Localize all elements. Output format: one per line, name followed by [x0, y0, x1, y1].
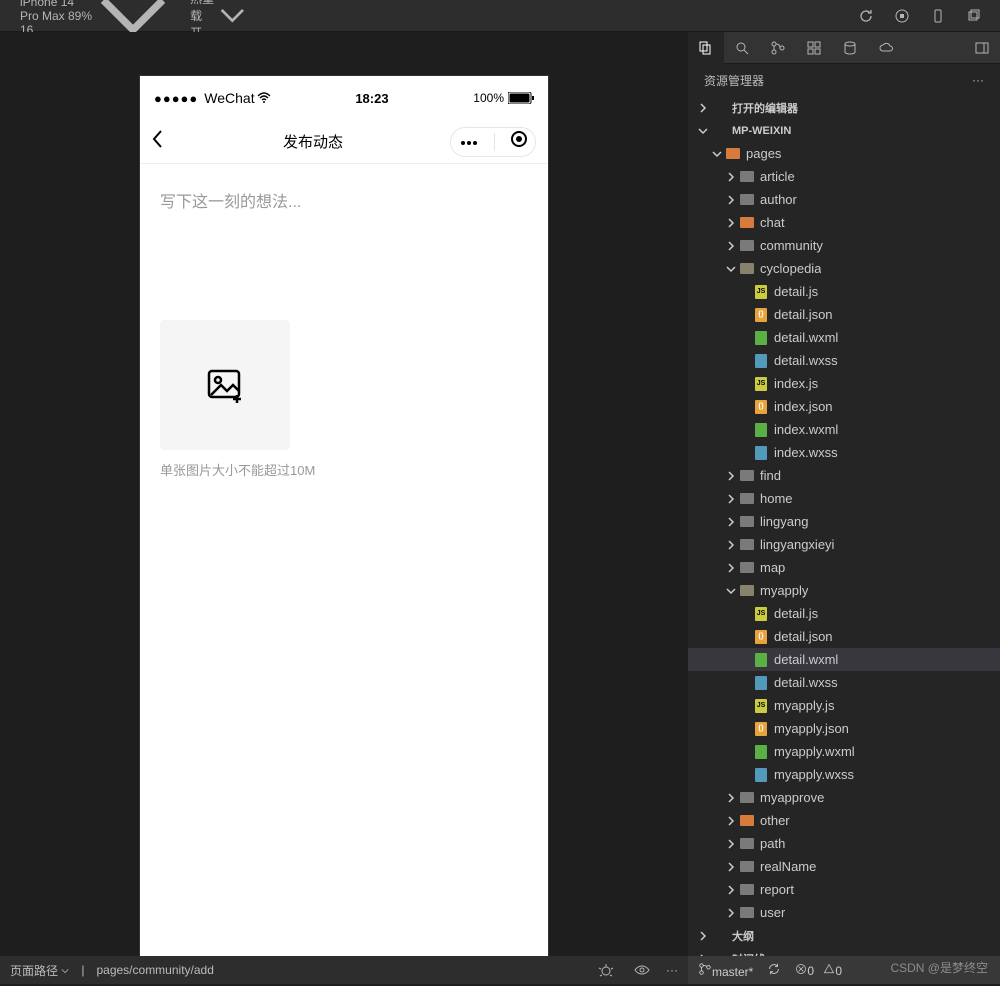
phone-icon[interactable] — [920, 0, 956, 32]
page-path-label[interactable]: 页面路径 — [10, 962, 69, 979]
file-myapply.json[interactable]: {}myapply.json — [688, 717, 1000, 740]
phone-frame: ●●●●● WeChat 18:23 100% 发布动态 — [140, 76, 548, 956]
explorer-more-icon[interactable]: ··· — [972, 73, 984, 87]
folder-report[interactable]: report — [688, 878, 1000, 901]
file-detail.json[interactable]: {}detail.json — [688, 303, 1000, 326]
explorer-tab-icon[interactable] — [688, 32, 724, 64]
panel-toggle-icon[interactable] — [964, 32, 1000, 64]
file-detail.js[interactable]: JSdetail.js — [688, 602, 1000, 625]
window-icon[interactable] — [956, 0, 992, 32]
folder-author[interactable]: author — [688, 188, 1000, 211]
simulator-preview: ●●●●● WeChat 18:23 100% 发布动态 — [0, 32, 688, 956]
folder-user[interactable]: user — [688, 901, 1000, 924]
git-branch[interactable]: master* — [698, 962, 753, 979]
file-detail.wxss[interactable]: detail.wxss — [688, 349, 1000, 372]
signal-indicator: ●●●●● — [154, 91, 198, 106]
stop-icon[interactable] — [884, 0, 920, 32]
folder-lingyangxieyi[interactable]: lingyangxieyi — [688, 533, 1000, 556]
section-project[interactable]: MP-WEIXIN — [688, 119, 1000, 142]
file-index.js[interactable]: JSindex.js — [688, 372, 1000, 395]
bug-icon[interactable] — [594, 954, 618, 986]
file-detail.json[interactable]: {}detail.json — [688, 625, 1000, 648]
watermark-text: CSDN @是梦终空 — [890, 959, 988, 976]
textarea-placeholder[interactable]: 写下这一刻的想法... — [160, 188, 528, 212]
page-title: 发布动态 — [176, 131, 450, 152]
time-label: 18:23 — [271, 91, 474, 106]
explorer-title: 资源管理器 ··· — [688, 64, 1000, 96]
file-detail.wxml[interactable]: detail.wxml — [688, 326, 1000, 349]
image-upload-box[interactable] — [160, 320, 290, 450]
folder-path[interactable]: path — [688, 832, 1000, 855]
phone-status-bar: ●●●●● WeChat 18:23 100% — [140, 76, 548, 120]
file-detail.js[interactable]: JSdetail.js — [688, 280, 1000, 303]
folder-myapply[interactable]: myapply — [688, 579, 1000, 602]
capsule-menu-icon[interactable] — [459, 133, 479, 151]
extensions-tab-icon[interactable] — [796, 32, 832, 64]
eye-icon[interactable] — [630, 954, 654, 986]
capsule-close-icon[interactable] — [510, 130, 528, 153]
section-open-editors[interactable]: 打开的编辑器 — [688, 96, 1000, 119]
database-tab-icon[interactable] — [832, 32, 868, 64]
file-index.wxml[interactable]: index.wxml — [688, 418, 1000, 441]
upload-hint: 单张图片大小不能超过10M — [160, 460, 528, 479]
folder-find[interactable]: find — [688, 464, 1000, 487]
file-tree: 打开的编辑器MP-WEIXINpagesarticleauthorchatcom… — [688, 96, 1000, 956]
cloud-tab-icon[interactable] — [868, 32, 904, 64]
sync-icon[interactable] — [767, 962, 781, 979]
wifi-icon — [257, 92, 271, 104]
phone-nav-bar: 发布动态 — [140, 120, 548, 164]
editor-statusbar: master* 0 0 CSDN @是梦终空 — [688, 956, 1000, 984]
page-path-value[interactable]: pages/community/add — [96, 963, 213, 977]
git-tab-icon[interactable] — [760, 32, 796, 64]
section-outline[interactable]: 大纲 — [688, 924, 1000, 947]
folder-cyclopedia[interactable]: cyclopedia — [688, 257, 1000, 280]
folder-community[interactable]: community — [688, 234, 1000, 257]
folder-home[interactable]: home — [688, 487, 1000, 510]
file-detail.wxml[interactable]: detail.wxml — [688, 648, 1000, 671]
section-timeline[interactable]: 时间线 — [688, 947, 1000, 956]
problems-indicator[interactable]: 0 0 — [795, 963, 842, 978]
image-icon — [205, 365, 245, 405]
folder-realName[interactable]: realName — [688, 855, 1000, 878]
battery-icon — [508, 92, 534, 104]
folder-lingyang[interactable]: lingyang — [688, 510, 1000, 533]
explorer-panel: 资源管理器 ··· 打开的编辑器MP-WEIXINpagesarticleaut… — [688, 32, 1000, 956]
folder-pages[interactable]: pages — [688, 142, 1000, 165]
refresh-icon[interactable] — [848, 0, 884, 32]
folder-article[interactable]: article — [688, 165, 1000, 188]
folder-myapprove[interactable]: myapprove — [688, 786, 1000, 809]
search-tab-icon[interactable] — [724, 32, 760, 64]
file-myapply.wxml[interactable]: myapply.wxml — [688, 740, 1000, 763]
more-icon[interactable]: ··· — [666, 963, 678, 977]
file-myapply.js[interactable]: JSmyapply.js — [688, 694, 1000, 717]
battery-percent: 100% — [473, 91, 504, 105]
simulator-statusbar: 页面路径 | pages/community/add ··· — [0, 956, 688, 984]
file-detail.wxss[interactable]: detail.wxss — [688, 671, 1000, 694]
carrier-label: WeChat — [204, 90, 254, 106]
activity-bar — [688, 32, 1000, 64]
simulator-toolbar: iPhone 14 Pro Max 89% 16 热重载 开 — [0, 0, 1000, 32]
back-button[interactable] — [152, 129, 176, 154]
folder-map[interactable]: map — [688, 556, 1000, 579]
file-index.wxss[interactable]: index.wxss — [688, 441, 1000, 464]
file-index.json[interactable]: {}index.json — [688, 395, 1000, 418]
folder-chat[interactable]: chat — [688, 211, 1000, 234]
file-myapply.wxss[interactable]: myapply.wxss — [688, 763, 1000, 786]
mini-program-capsule[interactable] — [450, 127, 536, 157]
folder-other[interactable]: other — [688, 809, 1000, 832]
